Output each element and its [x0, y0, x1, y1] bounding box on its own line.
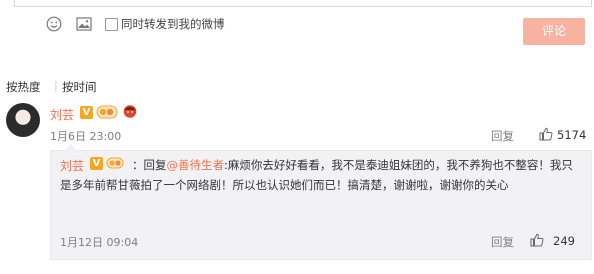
- sort-by-hot-tab[interactable]: 按热度: [6, 79, 41, 95]
- reply-reply-button[interactable]: 回复: [491, 234, 514, 250]
- submit-comment-button[interactable]: 评论: [523, 18, 585, 45]
- image-icon[interactable]: [76, 17, 92, 31]
- reply-like-thumb-icon[interactable]: [530, 233, 544, 247]
- comment-textarea[interactable]: [14, 0, 592, 7]
- fan-badge-icon: [96, 105, 118, 119]
- emoji-icon[interactable]: [46, 16, 62, 32]
- mention-link[interactable]: @善待生者: [167, 158, 225, 172]
- sort-separator: |: [54, 79, 58, 92]
- like-thumb-icon[interactable]: [539, 127, 553, 141]
- repost-label: 同时转发到我的微博: [121, 17, 225, 31]
- reply-like-count: 249: [553, 234, 575, 248]
- reply-prefix: ：回复: [132, 158, 167, 172]
- repost-checkbox[interactable]: [105, 18, 118, 31]
- verified-badge-icon: V: [80, 106, 93, 119]
- reply-text: ：回复@善待生者:麻烦你去好好看看，我不是泰迪姐妹团的，我不养狗也不整容！我只是…: [60, 156, 582, 195]
- comment-timestamp[interactable]: 1月6日 23:00: [50, 128, 121, 144]
- avatar[interactable]: [6, 103, 40, 137]
- reply-timestamp[interactable]: 1月12日 09:04: [60, 234, 138, 250]
- reply-button[interactable]: 回复: [491, 128, 514, 144]
- comment-username[interactable]: 刘芸: [50, 106, 74, 123]
- sort-by-time-tab[interactable]: 按时间: [62, 79, 97, 95]
- emoji-face-icon: [123, 105, 137, 118]
- like-count: 5174: [557, 128, 587, 142]
